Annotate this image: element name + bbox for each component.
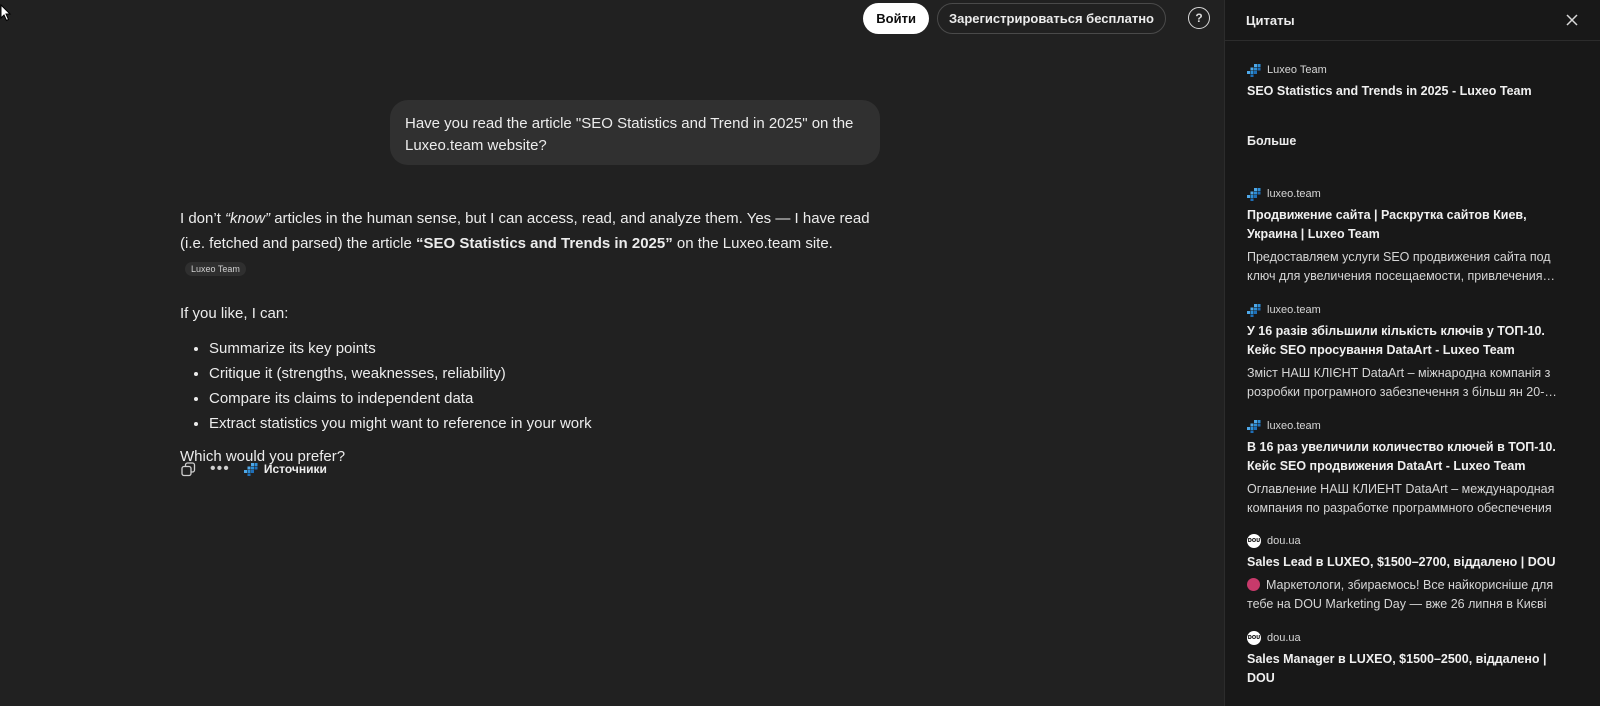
mouse-cursor-icon [0, 4, 12, 22]
list-item: Summarize its key points [209, 336, 870, 361]
dou-logo-icon: DOU [1247, 631, 1261, 645]
citation-description-text: Маркетологи, збираємось! Все найкорисніш… [1247, 578, 1554, 611]
citation-title: У 16 разів збільшили кількість ключів у … [1247, 324, 1545, 357]
more-options-icon[interactable]: ••• [210, 461, 230, 477]
message-actions: ••• Источники [180, 459, 327, 479]
citation-source: DOU dou.ua [1247, 533, 1557, 549]
citation-source: luxeo.team [1247, 302, 1557, 318]
citation-title: Sales Manager в LUXEO, $1500–2500, відда… [1247, 652, 1547, 685]
luxeo-logo-icon [1247, 420, 1261, 433]
citation-description: Зміст НАШ КЛІЄНТ DataArt – міжнародна ко… [1247, 366, 1551, 399]
list-item: Extract statistics you might want to ref… [209, 411, 870, 436]
citation-source-name: Luxeo Team [1267, 64, 1327, 76]
citation-source-name: dou.ua [1267, 632, 1301, 644]
login-button[interactable]: Войти [863, 2, 929, 34]
sources-button[interactable]: Источники [243, 462, 327, 476]
citation-card[interactable]: luxeo.team Продвижение сайта | Раскрутка… [1247, 186, 1557, 286]
citation-source-name: dou.ua [1267, 535, 1301, 547]
options-intro: If you like, I can: [180, 305, 289, 322]
citation-title: SEO Statistics and Trends in 2025 - Luxe… [1247, 84, 1532, 98]
close-icon[interactable] [1566, 14, 1578, 26]
copy-icon[interactable] [180, 461, 196, 477]
list-item: Critique it (strengths, weaknesses, reli… [209, 361, 870, 386]
panel-title: Цитаты [1246, 12, 1295, 28]
more-section-label: Больше [1247, 134, 1297, 148]
list-item: Compare its claims to independent data [209, 386, 870, 411]
citation-source-name: luxeo.team [1267, 420, 1321, 432]
assistant-message: I don’t “know” articles in the human sen… [180, 206, 870, 469]
answer-paragraph: I don’t “know” articles in the human sen… [180, 206, 870, 281]
luxeo-logo-icon [1247, 64, 1261, 77]
citation-card[interactable]: Luxeo Team SEO Statistics and Trends in … [1247, 62, 1557, 101]
citations-panel: Цитаты Luxeo Team SEO Statistics and Tre… [1224, 0, 1600, 706]
citation-card[interactable]: luxeo.team В 16 раз увеличили количество… [1247, 418, 1557, 518]
luxeo-logo-icon [243, 463, 258, 476]
citation-source: Luxeo Team [1247, 62, 1557, 78]
citation-description: Маркетологи, збираємось! Все найкорисніш… [1247, 576, 1557, 614]
citation-title: Sales Lead в LUXEO, $1500–2700, віддален… [1247, 555, 1556, 569]
citation-source-name: luxeo.team [1267, 188, 1321, 200]
article-title: “SEO Statistics and Trends in 2025” [415, 235, 673, 252]
citation-title: В 16 раз увеличили количество ключей в Т… [1247, 440, 1556, 473]
chat-main: Войти Зарегистрироваться бесплатно ? Hav… [0, 0, 1224, 706]
citation-card[interactable]: luxeo.team У 16 разів збільшили кількіст… [1247, 302, 1557, 402]
dou-logo-icon: DOU [1247, 534, 1261, 548]
citation-title: Продвижение сайта | Раскрутка сайтов Кие… [1247, 208, 1527, 241]
panel-header: Цитаты [1225, 0, 1600, 41]
help-symbol: ? [1195, 11, 1203, 25]
citation-source: luxeo.team [1247, 186, 1557, 202]
sources-label: Источники [263, 462, 327, 476]
options-list: Summarize its key points Critique it (st… [180, 336, 870, 436]
answer-text-1: I don’t [180, 210, 226, 227]
luxeo-logo-icon [1247, 188, 1261, 201]
user-message: Have you read the article "SEO Statistic… [390, 100, 880, 165]
citation-source: DOU dou.ua [1247, 630, 1557, 646]
answer-text-3: on the Luxeo.team site. [672, 235, 833, 252]
citation-card[interactable]: DOU dou.ua Sales Lead в LUXEO, $1500–270… [1247, 533, 1557, 614]
citation-chip[interactable]: Luxeo Team [185, 262, 246, 277]
party-emoji-icon [1247, 578, 1260, 591]
help-icon[interactable]: ? [1188, 7, 1210, 29]
citation-card[interactable]: DOU dou.ua Sales Manager в LUXEO, $1500–… [1247, 630, 1557, 688]
signup-button[interactable]: Зарегистрироваться бесплатно [936, 2, 1166, 34]
answer-emphasis: “know” [225, 210, 271, 227]
citation-source-name: luxeo.team [1267, 304, 1321, 316]
citation-source: luxeo.team [1247, 418, 1557, 434]
luxeo-logo-icon [1247, 304, 1261, 317]
top-bar: Войти Зарегистрироваться бесплатно ? [863, 2, 1210, 34]
citation-description: Оглавление НАШ КЛИЕНТ DataArt – междунар… [1247, 482, 1555, 515]
citation-description: Предоставляем услуги SEO продвижения сай… [1247, 250, 1551, 283]
